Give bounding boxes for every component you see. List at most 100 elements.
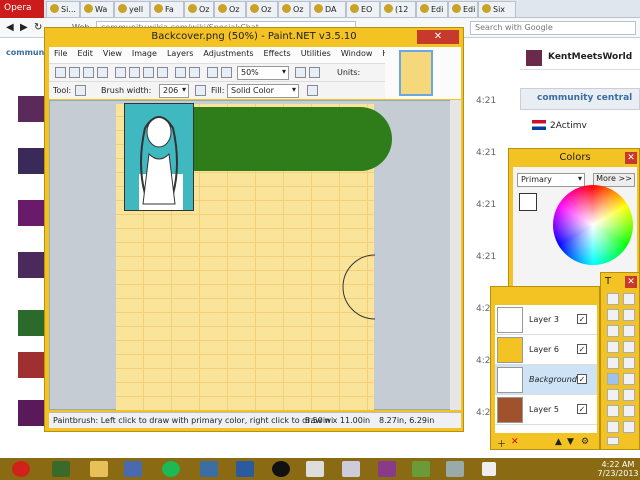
browser-tab[interactable]: Six bbox=[478, 1, 516, 17]
menu-adjustments[interactable]: Adjustments bbox=[198, 47, 258, 63]
vertical-scrollbar[interactable] bbox=[450, 100, 461, 410]
search-input[interactable]: Search with Google bbox=[470, 21, 636, 35]
layer-visibility-checkbox[interactable]: ✓ bbox=[577, 374, 587, 384]
fill-select[interactable]: Solid Color bbox=[227, 84, 299, 98]
reload-icon[interactable]: ↻ bbox=[34, 22, 42, 33]
ellipse-select-icon[interactable] bbox=[607, 325, 619, 337]
grid-icon[interactable] bbox=[207, 67, 218, 78]
paintnet-taskbar-icon[interactable] bbox=[124, 461, 142, 477]
move-icon[interactable] bbox=[623, 293, 635, 305]
line-icon[interactable] bbox=[623, 421, 635, 433]
delete-layer-icon[interactable]: ✕ bbox=[511, 437, 519, 447]
layer-visibility-checkbox[interactable]: ✓ bbox=[577, 344, 587, 354]
clone-stamp-icon[interactable] bbox=[607, 405, 619, 417]
menu-file[interactable]: File bbox=[49, 47, 72, 63]
brush-width-input[interactable]: 206 bbox=[159, 84, 189, 98]
open-icon[interactable] bbox=[69, 67, 80, 78]
move-up-icon[interactable]: ▲ bbox=[555, 437, 562, 447]
browser-tab[interactable]: EO bbox=[346, 1, 380, 17]
browser-tab[interactable]: yell bbox=[114, 1, 150, 17]
zoom-select[interactable]: 50% bbox=[237, 66, 289, 80]
zoom-in-icon[interactable] bbox=[295, 67, 306, 78]
layer-item[interactable]: Layer 3 ✓ bbox=[495, 305, 597, 335]
media-taskbar-icon[interactable] bbox=[272, 461, 290, 477]
gradient-icon[interactable] bbox=[623, 357, 635, 369]
rectangle-select-icon[interactable] bbox=[607, 293, 619, 305]
ruler-icon[interactable] bbox=[221, 67, 232, 78]
pan-icon[interactable] bbox=[623, 341, 635, 353]
browser-tab[interactable]: Oz bbox=[246, 1, 278, 17]
zoom-out-icon[interactable] bbox=[309, 67, 320, 78]
browser-tab[interactable]: Wa bbox=[80, 1, 114, 17]
antialias-icon[interactable] bbox=[195, 85, 206, 96]
app-taskbar-icon[interactable] bbox=[236, 461, 254, 477]
explorer-taskbar-icon[interactable] bbox=[90, 461, 108, 477]
shapes-icon[interactable] bbox=[607, 437, 619, 445]
channel-header[interactable]: community central bbox=[520, 88, 640, 110]
cut-icon[interactable] bbox=[115, 67, 126, 78]
primary-color-swatch[interactable] bbox=[519, 193, 537, 211]
browser-tab[interactable]: Oz bbox=[214, 1, 246, 17]
menu-view[interactable]: View bbox=[98, 47, 127, 63]
menu-window[interactable]: Window bbox=[336, 47, 378, 63]
text-icon[interactable] bbox=[607, 421, 619, 433]
browser-tab[interactable]: Fa bbox=[150, 1, 184, 17]
new-icon[interactable] bbox=[55, 67, 66, 78]
layer-item[interactable]: Layer 6 ✓ bbox=[495, 335, 597, 365]
menu-image[interactable]: Image bbox=[127, 47, 162, 63]
print-icon[interactable] bbox=[97, 67, 108, 78]
zoom-icon[interactable] bbox=[623, 325, 635, 337]
menu-edit[interactable]: Edit bbox=[72, 47, 98, 63]
document-taskbar-icon[interactable] bbox=[306, 461, 324, 477]
app-taskbar-icon[interactable] bbox=[200, 461, 218, 477]
forward-icon[interactable]: ▶ bbox=[20, 22, 28, 33]
sims-taskbar-icon[interactable] bbox=[52, 461, 70, 477]
undo-icon[interactable] bbox=[175, 67, 186, 78]
layer-item[interactable]: Layer 5 ✓ bbox=[495, 395, 597, 425]
paintbrush-icon[interactable] bbox=[607, 373, 619, 385]
browser-tab[interactable]: Edi bbox=[448, 1, 478, 17]
browser-tab[interactable]: Oz bbox=[278, 1, 310, 17]
browser-tab[interactable]: Si... bbox=[46, 1, 80, 17]
recolor-icon[interactable] bbox=[623, 405, 635, 417]
move-down-icon[interactable]: ▼ bbox=[567, 437, 574, 447]
browser-tab[interactable]: (12 bbox=[380, 1, 416, 17]
close-icon[interactable]: ✕ bbox=[625, 152, 637, 164]
move-selection-icon[interactable] bbox=[623, 309, 635, 321]
color-picker-icon[interactable] bbox=[623, 389, 635, 401]
image-thumbnail[interactable] bbox=[399, 50, 433, 96]
layer-visibility-checkbox[interactable]: ✓ bbox=[577, 404, 587, 414]
copy-icon[interactable] bbox=[129, 67, 140, 78]
close-button[interactable]: ✕ bbox=[417, 30, 459, 44]
paint-bucket-icon[interactable] bbox=[607, 357, 619, 369]
browser-tab[interactable]: Edi bbox=[416, 1, 448, 17]
menu-effects[interactable]: Effects bbox=[259, 47, 296, 63]
opera-taskbar-icon[interactable] bbox=[12, 461, 30, 477]
crop-icon[interactable] bbox=[157, 67, 168, 78]
layer-item-selected[interactable]: Background ✓ bbox=[495, 365, 597, 395]
add-layer-icon[interactable]: ＋ bbox=[497, 437, 506, 450]
eraser-icon[interactable] bbox=[623, 373, 635, 385]
notification-icon[interactable] bbox=[482, 462, 496, 476]
app-taskbar-icon[interactable] bbox=[446, 461, 464, 477]
blend-mode-icon[interactable] bbox=[307, 85, 318, 96]
system-clock[interactable]: 4:22 AM 7/23/2013 bbox=[596, 460, 640, 480]
menu-layers[interactable]: Layers bbox=[162, 47, 198, 63]
primary-secondary-select[interactable]: Primary bbox=[517, 173, 585, 187]
back-icon[interactable]: ◀ bbox=[6, 22, 14, 33]
pencil-icon[interactable] bbox=[607, 389, 619, 401]
browser-tab[interactable]: Oz bbox=[184, 1, 214, 17]
game-taskbar-icon[interactable] bbox=[412, 461, 430, 477]
archive-taskbar-icon[interactable] bbox=[378, 461, 396, 477]
layer-visibility-checkbox[interactable]: ✓ bbox=[577, 314, 587, 324]
close-icon[interactable]: ✕ bbox=[625, 276, 637, 288]
opera-menu-button[interactable]: Opera bbox=[0, 0, 44, 18]
current-user-header[interactable]: KentMeetsWorld bbox=[520, 46, 640, 70]
user-list-item[interactable]: 2Actimv bbox=[532, 120, 587, 131]
paintbrush-icon[interactable] bbox=[75, 85, 86, 96]
layer-properties-icon[interactable]: ⚙ bbox=[581, 437, 589, 447]
lasso-icon[interactable] bbox=[607, 309, 619, 321]
image-viewer-taskbar-icon[interactable] bbox=[342, 461, 360, 477]
browser-tab[interactable]: DA bbox=[310, 1, 346, 17]
redo-icon[interactable] bbox=[189, 67, 200, 78]
